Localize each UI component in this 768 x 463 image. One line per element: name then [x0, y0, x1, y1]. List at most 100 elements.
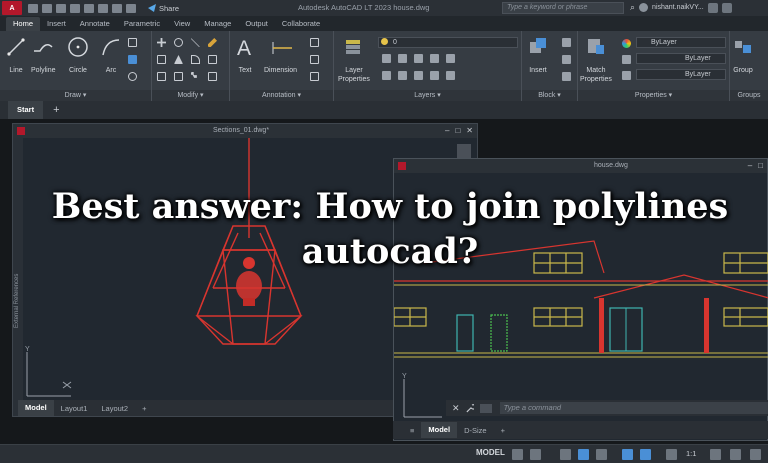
annotation-footer[interactable]: Annotation ▾: [230, 90, 333, 101]
insert-tool[interactable]: Insert: [527, 36, 549, 75]
customization-icon[interactable]: [750, 449, 761, 460]
object-snap-tracking-icon[interactable]: [622, 449, 633, 460]
snap-icon[interactable]: [530, 449, 541, 460]
ellipse-icon[interactable]: [128, 72, 137, 81]
print-icon[interactable]: [84, 3, 94, 13]
layer-delete-icon[interactable]: [446, 71, 455, 80]
undo-icon[interactable]: [112, 3, 122, 13]
plot-icon[interactable]: [98, 3, 108, 13]
group-tool[interactable]: Group: [732, 36, 754, 75]
match-properties-tool[interactable]: Match Properties: [580, 36, 612, 84]
tab-parametric[interactable]: Parametric: [117, 17, 167, 31]
start-tab[interactable]: Start: [8, 101, 44, 119]
layer-isolate-icon[interactable]: [398, 54, 407, 63]
layer-previous-icon[interactable]: [398, 71, 407, 80]
close-icon[interactable]: ✕: [466, 126, 473, 135]
color-dropdown[interactable]: ByLayer: [636, 37, 726, 48]
block-footer[interactable]: Block ▾: [522, 90, 577, 101]
circle-tool[interactable]: Circle: [67, 36, 89, 75]
tab-collaborate[interactable]: Collaborate: [275, 17, 327, 31]
new-layout-button[interactable]: +: [494, 426, 512, 435]
ortho-icon[interactable]: [560, 449, 571, 460]
erase-icon[interactable]: [208, 38, 217, 47]
user-avatar-icon[interactable]: [639, 3, 649, 12]
tab-annotate[interactable]: Annotate: [73, 17, 117, 31]
linetype-dropdown[interactable]: ByLayer: [636, 53, 726, 64]
polyline-tool[interactable]: Polyline: [31, 36, 56, 75]
array-icon[interactable]: [191, 72, 197, 78]
properties-footer[interactable]: Properties ▾: [578, 90, 729, 101]
isodraft-icon[interactable]: [596, 449, 607, 460]
grid-icon[interactable]: [512, 449, 523, 460]
text-tool[interactable]: A Text: [234, 36, 256, 75]
wrench-icon[interactable]: [466, 403, 475, 413]
minimize-icon[interactable]: –: [748, 161, 752, 170]
tab-d-size[interactable]: D-Size: [457, 426, 494, 435]
rectangle-icon[interactable]: [128, 38, 137, 47]
rotate-icon[interactable]: [174, 38, 183, 47]
tab-layout2[interactable]: Layout2: [94, 404, 135, 413]
window-titlebar[interactable]: house.dwg – □: [394, 159, 767, 173]
layers-footer[interactable]: Layers ▾: [334, 90, 521, 101]
maximize-icon[interactable]: □: [455, 126, 460, 135]
user-name[interactable]: nishant.naikVY...: [652, 4, 704, 11]
leader-icon[interactable]: [310, 55, 319, 64]
layer-dropdown[interactable]: 0: [378, 37, 518, 48]
tab-view[interactable]: View: [167, 17, 197, 31]
arc-tool[interactable]: Arc: [100, 36, 122, 75]
save-as-icon[interactable]: [70, 3, 80, 13]
viewcube-icon[interactable]: [457, 144, 471, 158]
window-titlebar[interactable]: Sections_01.dwg* – □ ✕: [13, 124, 477, 138]
new-layout-button[interactable]: +: [135, 404, 153, 413]
maximize-icon[interactable]: □: [758, 161, 763, 170]
close-command-icon[interactable]: ✕: [452, 403, 460, 414]
layer-match-icon[interactable]: [382, 71, 391, 80]
layer-merge-icon[interactable]: [430, 71, 439, 80]
tab-output[interactable]: Output: [238, 17, 275, 31]
scale-icon[interactable]: [174, 72, 183, 81]
object-snap-icon[interactable]: [640, 449, 651, 460]
layer-freeze-icon[interactable]: [414, 54, 423, 63]
linear-dim-icon[interactable]: [310, 38, 319, 47]
new-icon[interactable]: [28, 3, 38, 13]
mirror-icon[interactable]: [174, 55, 183, 64]
search-input[interactable]: Type a keyword or phrase: [502, 2, 624, 14]
polar-icon[interactable]: [578, 449, 589, 460]
layout-menu-icon[interactable]: ≡: [403, 426, 421, 435]
minimize-icon[interactable]: –: [445, 126, 449, 135]
tab-manage[interactable]: Manage: [197, 17, 238, 31]
offset-icon[interactable]: [208, 72, 217, 81]
groups-footer[interactable]: Groups: [730, 90, 768, 101]
new-tab-button[interactable]: +: [53, 104, 59, 116]
layer-lock-icon[interactable]: [446, 54, 455, 63]
modify-footer[interactable]: Modify ▾: [152, 90, 229, 101]
line-tool[interactable]: Line: [5, 36, 27, 75]
layer-off-icon[interactable]: [430, 54, 439, 63]
app-menu-button[interactable]: A: [2, 1, 22, 15]
edit-block-icon[interactable]: [562, 55, 571, 64]
tab-home[interactable]: Home: [6, 17, 41, 31]
external-references-strip[interactable]: External References: [13, 138, 23, 416]
tab-model[interactable]: Model: [18, 400, 54, 416]
lineweight-dropdown[interactable]: ByLayer: [636, 69, 726, 80]
annotation-scale-icon[interactable]: [666, 449, 677, 460]
dimension-tool[interactable]: Dimension: [264, 36, 297, 75]
redo-icon[interactable]: [126, 3, 136, 13]
share-button[interactable]: Share: [148, 4, 179, 13]
command-input[interactable]: Type a command: [499, 402, 768, 414]
trim-icon[interactable]: [191, 38, 200, 47]
create-block-icon[interactable]: [562, 38, 571, 47]
search-icon[interactable]: ⌕: [630, 2, 635, 13]
open-icon[interactable]: [42, 3, 52, 13]
layer-walk-icon[interactable]: [414, 71, 423, 80]
table-icon[interactable]: [310, 72, 319, 81]
tab-insert[interactable]: Insert: [40, 17, 73, 31]
save-icon[interactable]: [56, 3, 66, 13]
explode-icon[interactable]: [208, 55, 217, 64]
attribute-icon[interactable]: [562, 72, 571, 81]
fillet-icon[interactable]: [191, 55, 200, 64]
workspace-gear-icon[interactable]: [710, 449, 721, 460]
stretch-icon[interactable]: [157, 72, 166, 81]
copy-icon[interactable]: [157, 55, 166, 64]
layer-state-icon[interactable]: [382, 54, 391, 63]
